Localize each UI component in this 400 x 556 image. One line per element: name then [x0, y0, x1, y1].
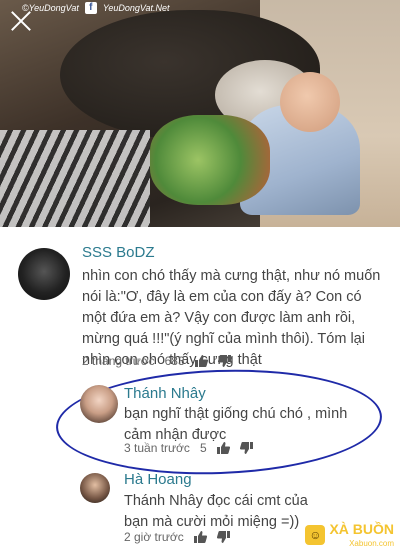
comment-time: 3 tuần trước: [124, 441, 190, 455]
video-watermark: ©YeuDongVat f YeuDongVat.Net: [22, 2, 170, 14]
watermark-site: YeuDongVat.Net: [102, 3, 170, 13]
avatar[interactable]: [80, 473, 110, 503]
facebook-icon: f: [84, 2, 97, 14]
comment-meta: 3 tuần trước 5: [124, 441, 253, 455]
video-toy: [150, 115, 270, 205]
comment-meta: 2 giờ trước: [124, 530, 230, 544]
thumb-down-icon[interactable]: [239, 442, 253, 454]
brand-text-wrap: XÀ BUỒN Xabuon.com: [329, 521, 394, 548]
comment-text: Thánh Nhây đọc cái cmt của bạn mà cười m…: [124, 493, 308, 530]
avatar[interactable]: [18, 248, 70, 300]
comment-meta: 2 tháng trước 683: [82, 354, 231, 368]
brand-logo-icon: ☺: [305, 524, 326, 545]
comment-author[interactable]: Hà Hoang: [124, 471, 192, 488]
comment-time: 2 tháng trước: [82, 354, 155, 368]
thumb-up-icon[interactable]: [216, 442, 230, 454]
avatar[interactable]: [80, 385, 118, 423]
brand-name: XÀ BUỒN: [329, 521, 394, 537]
thumb-down-icon[interactable]: [217, 355, 231, 367]
comment-time: 2 giờ trước: [124, 530, 184, 544]
video-baby-head: [280, 72, 340, 132]
brand-watermark: ☺ XÀ BUỒN Xabuon.com: [305, 521, 394, 548]
thumb-down-icon[interactable]: [216, 531, 230, 543]
comment-text: bạn nghĩ thật giống chú chó , mình cảm n…: [124, 406, 348, 443]
comment-author[interactable]: SSS BoDZ: [82, 244, 155, 261]
like-count: 683: [164, 354, 185, 368]
video-frame[interactable]: ©YeuDongVat f YeuDongVat.Net: [0, 0, 400, 227]
brand-domain: Xabuon.com: [349, 539, 394, 548]
thumb-up-icon[interactable]: [194, 355, 208, 367]
comment-author[interactable]: Thánh Nhây: [124, 385, 206, 402]
video-pillow: [0, 130, 150, 227]
thumb-up-icon[interactable]: [193, 531, 207, 543]
close-icon[interactable]: [8, 8, 34, 34]
like-count: 5: [199, 441, 207, 455]
